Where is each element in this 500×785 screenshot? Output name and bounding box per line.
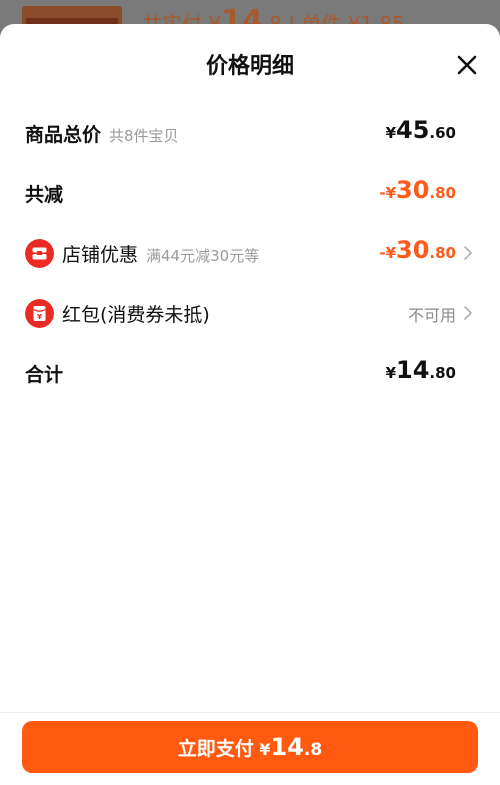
close-icon[interactable] xyxy=(456,54,478,76)
row-sum: 合计 ¥14.80 xyxy=(0,352,500,392)
sheet-title: 价格明细 xyxy=(205,54,294,79)
footer-divider xyxy=(0,712,500,713)
shop-coupon-icon xyxy=(25,239,54,268)
shop-discount-amount: -¥30.80 xyxy=(379,236,456,264)
red-packet-label: 红包(消费券未抵) xyxy=(62,304,210,326)
price-detail-sheet: 价格明细 商品总价 共8件宝贝 ¥45.60 共减 -¥30.80 店铺优惠 满44… xyxy=(0,24,500,785)
goods-total-label: 商品总价 共8件宝贝 xyxy=(25,124,179,146)
svg-text:¥: ¥ xyxy=(37,313,42,321)
row-total-reduced: 共减 -¥30.80 xyxy=(0,172,500,212)
chevron-right-icon xyxy=(464,246,472,260)
row-goods-total: 商品总价 共8件宝贝 ¥45.60 xyxy=(0,112,500,152)
goods-count: 共8件宝贝 xyxy=(109,127,179,145)
shop-discount-rule: 满44元减30元等 xyxy=(146,247,260,265)
shop-discount-label: 店铺优惠 满44元减30元等 xyxy=(62,244,260,266)
sum-label: 合计 xyxy=(25,364,64,386)
goods-total-amount: ¥45.60 xyxy=(385,116,456,144)
sum-amount: ¥14.80 xyxy=(385,356,456,384)
red-packet-status: 不可用 xyxy=(407,306,456,325)
pay-now-button[interactable]: 立即支付 ¥14.8 xyxy=(22,721,478,773)
row-red-packet[interactable]: ¥ 红包(消费券未抵) 不可用 xyxy=(0,292,500,332)
total-reduced-label: 共减 xyxy=(25,184,64,206)
chevron-right-icon xyxy=(464,306,472,320)
total-reduced-amount: -¥30.80 xyxy=(379,176,456,204)
row-shop-discount[interactable]: 店铺优惠 满44元减30元等 -¥30.80 xyxy=(0,232,500,272)
red-packet-icon: ¥ xyxy=(25,299,54,328)
